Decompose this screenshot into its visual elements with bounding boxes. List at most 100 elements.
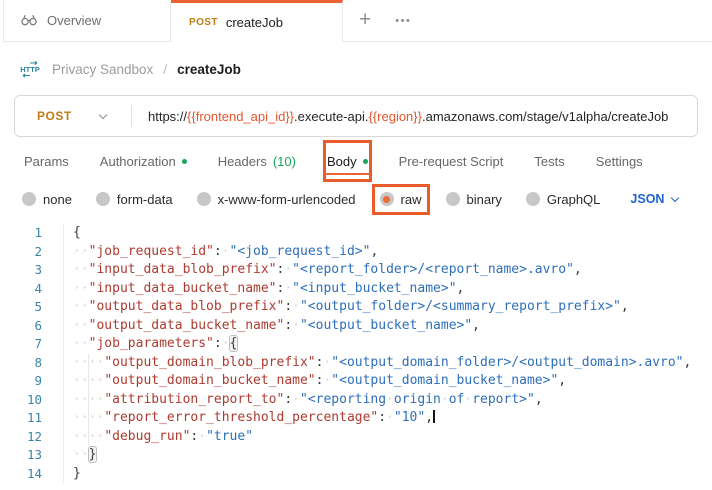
punctuation: , (472, 318, 480, 333)
whitespace-dots: ·· (73, 281, 89, 296)
json-value: report>" (472, 392, 535, 407)
body-type-label: raw (401, 192, 422, 207)
request-tab-body[interactable]: Body (325, 142, 370, 180)
json-key: "attribution_report_to" (104, 392, 284, 407)
body-type-binary[interactable]: binary (446, 192, 502, 207)
whitespace-dots: · (386, 410, 394, 425)
more-options-button[interactable]: ••• (395, 15, 411, 27)
json-value: "<output_domain_folder>/<output_domain>.… (331, 355, 683, 370)
language-selector[interactable]: JSON (630, 192, 678, 206)
punctuation: : (214, 336, 222, 351)
request-tab-authorization[interactable]: Authorization (98, 142, 189, 180)
request-tab-settings[interactable]: Settings (594, 142, 645, 180)
code-line: ··"job_parameters":·{ (73, 335, 691, 354)
radio-button[interactable] (22, 192, 36, 206)
request-tab-label: Pre-request Script (399, 154, 504, 169)
radio-button[interactable] (380, 192, 394, 206)
line-number: 7 (0, 335, 42, 354)
json-value: of (449, 392, 465, 407)
body-editor[interactable]: 1234567891011121314 {··"job_request_id":… (0, 224, 712, 483)
request-tabs: Params Authorization Headers(10) Body Pre-re… (0, 142, 712, 180)
request-tab-label: Body (327, 154, 357, 169)
body-type-x-www-form-urlencoded[interactable]: x-www-form-urlencoded (197, 192, 356, 207)
json-key: "output_domain_bucket_name" (104, 373, 315, 388)
whitespace-dots: ·· (73, 447, 89, 462)
request-tab-tests[interactable]: Tests (532, 142, 566, 180)
request-tab-label: Tests (534, 154, 564, 169)
indent-guide (88, 354, 89, 446)
code-line: } (73, 465, 691, 484)
json-value: "<report_folder>/<report_name>.avro" (292, 262, 574, 277)
request-tab-label: Params (24, 154, 69, 169)
body-type-label: form-data (117, 192, 173, 207)
line-number: 10 (0, 391, 42, 410)
line-number: 4 (0, 280, 42, 299)
whitespace-dots: · (464, 392, 472, 407)
punctuation: } (73, 466, 81, 481)
body-type-form-data[interactable]: form-data (96, 192, 173, 207)
tab-createjob[interactable]: POST createJob (171, 0, 343, 42)
line-number: 5 (0, 298, 42, 317)
radio-button[interactable] (526, 192, 540, 206)
body-type-raw[interactable]: raw (380, 192, 422, 207)
json-value: "<input_bucket_name>" (292, 281, 456, 296)
text-cursor (433, 410, 435, 423)
json-key: "report_error_threshold_percentage" (104, 410, 378, 425)
punctuation: : (284, 299, 292, 314)
modified-indicator-dot (363, 159, 368, 164)
json-value: "<output_folder>/<summary_report_prefix>… (300, 299, 621, 314)
method-selector[interactable]: POST (15, 109, 131, 123)
svg-text:HTTP: HTTP (20, 65, 40, 74)
request-tab-params[interactable]: Params (22, 142, 71, 180)
punctuation: : (214, 244, 222, 259)
tab-bar: Overview POST createJob + ••• (0, 0, 712, 42)
url-text: .execute-api. (294, 109, 368, 124)
body-type-graphql[interactable]: GraphQL (526, 192, 600, 207)
line-number: 12 (0, 428, 42, 447)
body-type-label: binary (467, 192, 502, 207)
line-number: 6 (0, 317, 42, 336)
json-value: "<output_domain_bucket_name>" (331, 373, 558, 388)
radio-button[interactable] (96, 192, 110, 206)
chevron-down-icon (98, 110, 106, 118)
request-tab-headers[interactable]: Headers(10) (216, 142, 298, 180)
json-value: "<job_request_id>" (230, 244, 371, 259)
punctuation: , (574, 262, 582, 277)
punctuation: : (284, 318, 292, 333)
language-label: JSON (630, 192, 664, 206)
new-tab-button[interactable]: + (359, 8, 371, 32)
postman-request-view: Overview POST createJob + ••• HTTP Priva… (0, 0, 712, 490)
request-tab-count: (10) (273, 154, 296, 169)
editor-gutter: 1234567891011121314 (0, 224, 64, 483)
radio-button[interactable] (446, 192, 460, 206)
line-number: 3 (0, 261, 42, 280)
tab-overview[interactable]: Overview (3, 0, 171, 42)
json-value: "10" (394, 410, 425, 425)
json-key: "job_parameters" (89, 336, 214, 351)
breadcrumb-collection[interactable]: Privacy Sandbox (52, 62, 153, 77)
tab-title: createJob (226, 15, 283, 30)
punctuation: , (558, 373, 566, 388)
json-value: "<reporting (300, 392, 386, 407)
line-number: 13 (0, 446, 42, 465)
whitespace-dots: · (284, 262, 292, 277)
json-key: "input_data_bucket_name" (89, 281, 277, 296)
line-number: 8 (0, 354, 42, 373)
body-type-label: none (43, 192, 72, 207)
body-type-none[interactable]: none (22, 192, 72, 207)
code-line: ··"input_data_blob_prefix":·"<report_fol… (73, 261, 691, 280)
editor-code[interactable]: {··"job_request_id":·"<job_request_id>",… (64, 224, 691, 483)
json-key: "output_data_blob_prefix" (89, 299, 285, 314)
whitespace-dots: · (292, 299, 300, 314)
url-input[interactable]: https://{{frontend_api_id}}.execute-api.… (132, 109, 668, 124)
radio-button[interactable] (197, 192, 211, 206)
punctuation: , (457, 281, 465, 296)
code-line: ····"attribution_report_to":·"<reporting… (73, 391, 691, 410)
line-number: 2 (0, 243, 42, 262)
whitespace-dots: ·· (73, 318, 89, 333)
request-tab-pre-request-script[interactable]: Pre-request Script (397, 142, 506, 180)
whitespace-dots: ·· (73, 244, 89, 259)
body-type-options: none form-data x-www-form-urlencoded raw bin… (0, 182, 712, 216)
modified-indicator-dot (182, 159, 187, 164)
whitespace-dots: · (292, 392, 300, 407)
